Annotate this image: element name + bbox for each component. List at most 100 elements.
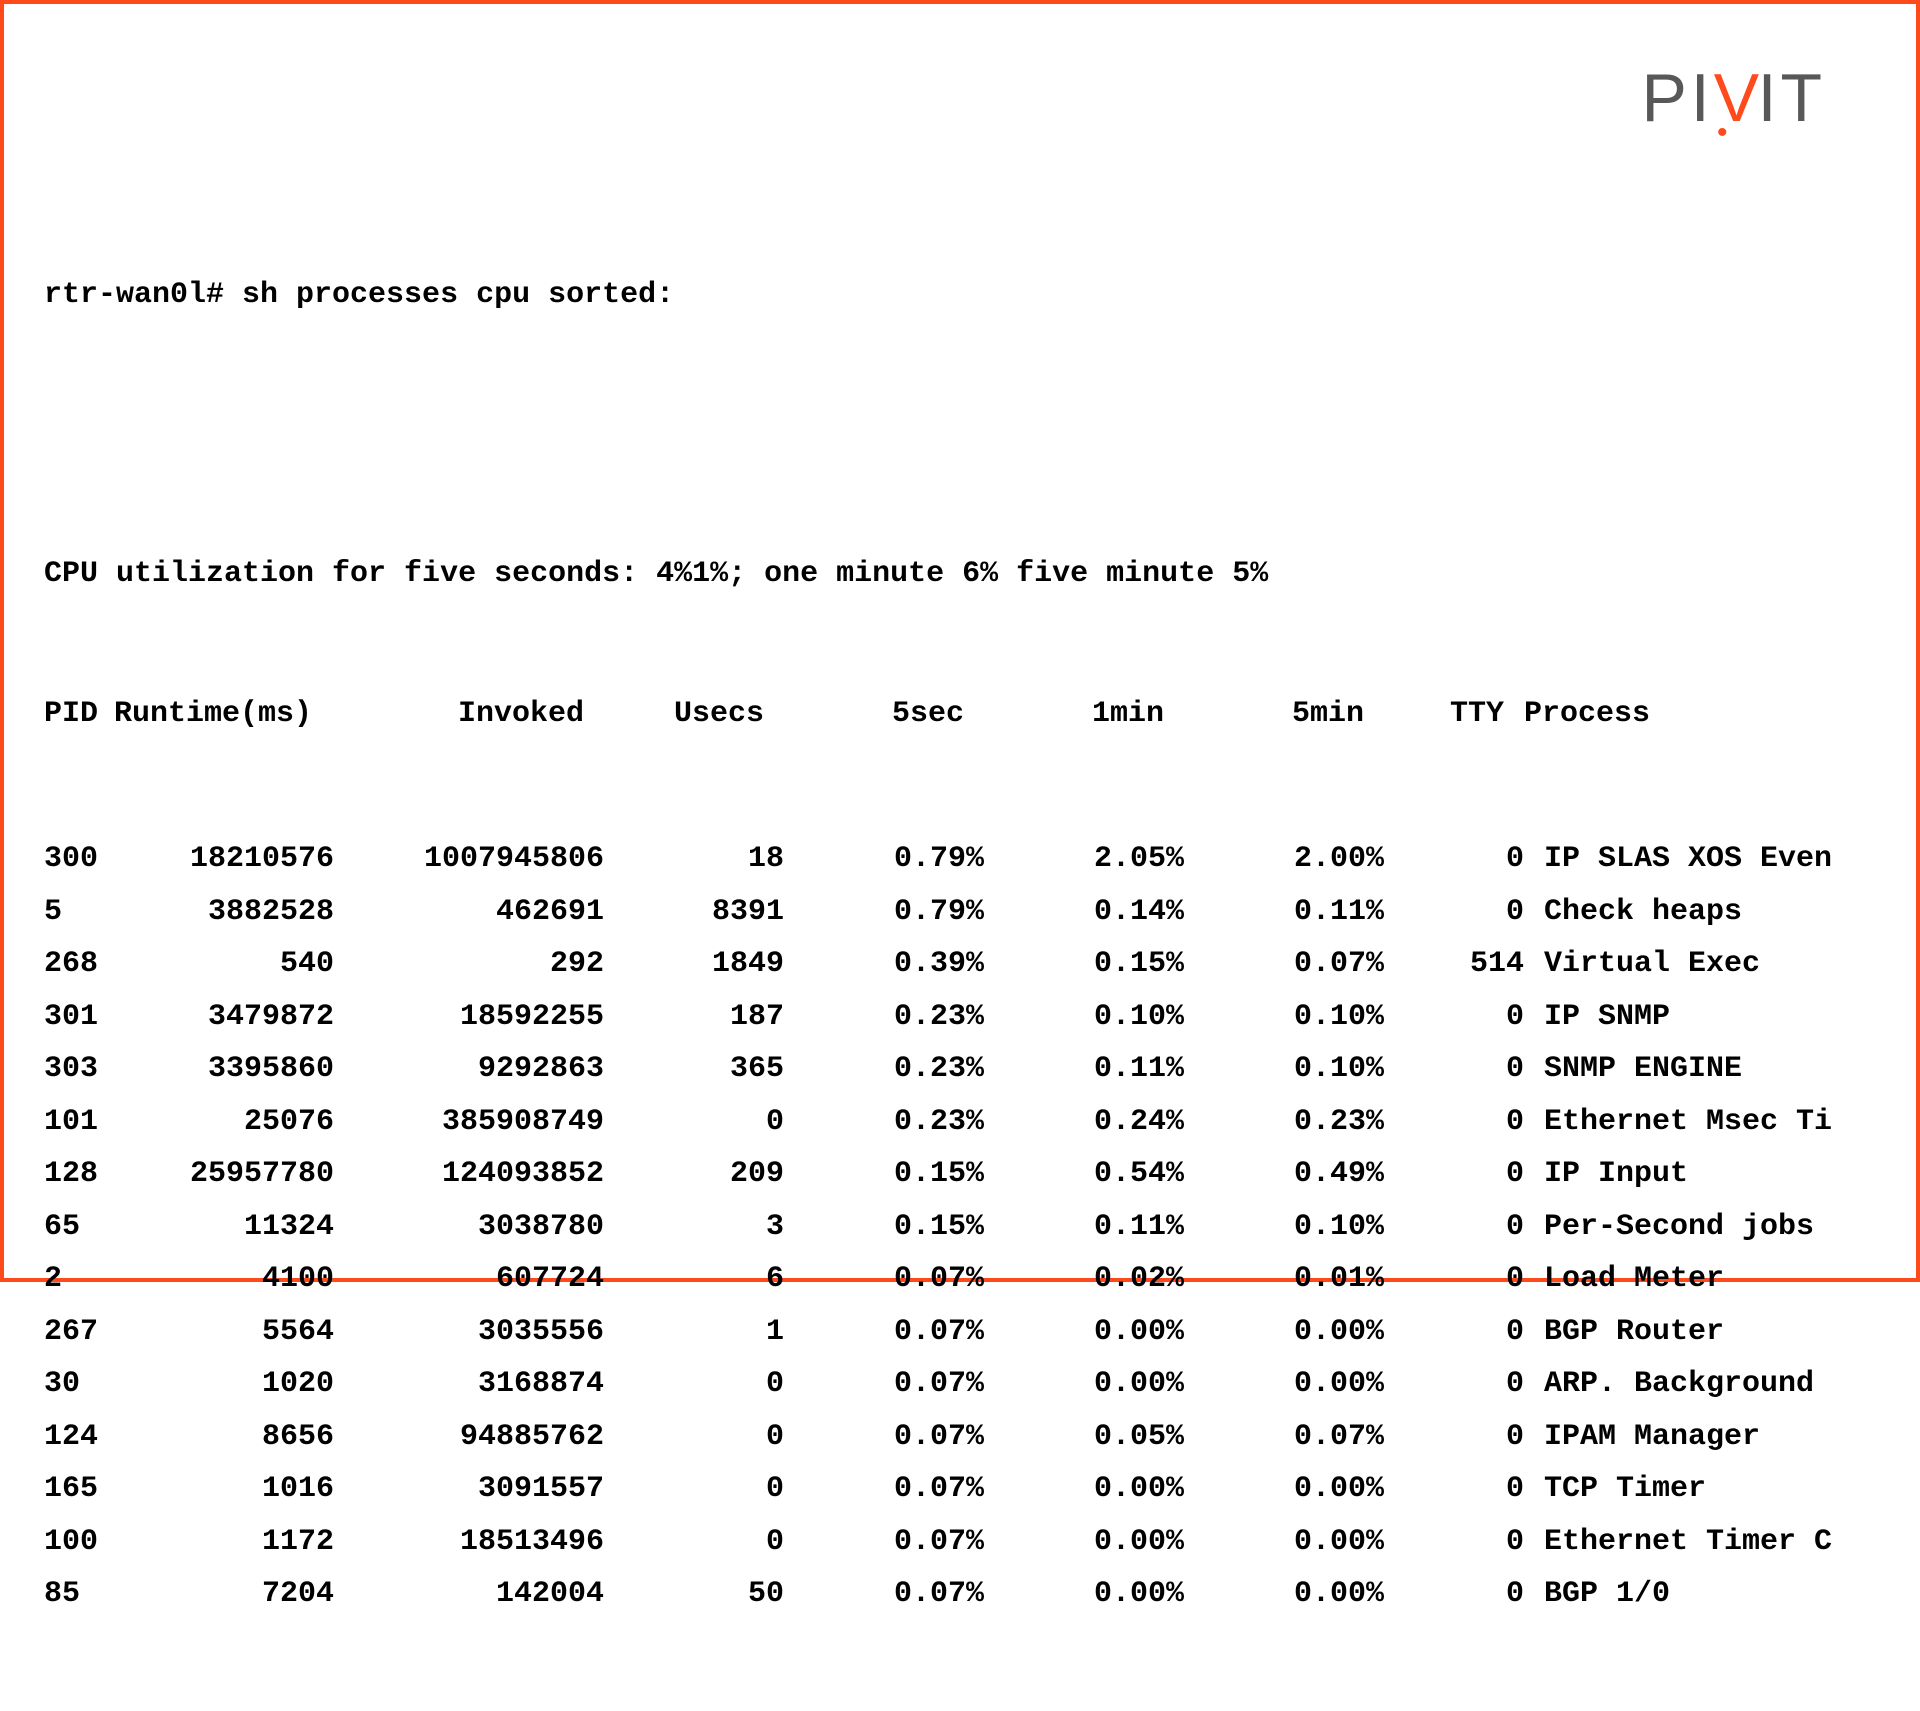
cell-1min: 0.00%	[1004, 1571, 1204, 1618]
cell-usecs: 3	[624, 1204, 804, 1251]
cell-5min: 0.07%	[1204, 1414, 1404, 1461]
cell-pid: 30	[44, 1361, 114, 1408]
cell-runtime: 18210576	[114, 836, 354, 883]
cell-pid: 124	[44, 1414, 114, 1461]
cell-1min: 0.11%	[1004, 1046, 1204, 1093]
cell-runtime: 1016	[114, 1466, 354, 1513]
cell-tty: 0	[1404, 994, 1544, 1041]
cell-1min: 0.15%	[1004, 941, 1204, 988]
cell-usecs: 50	[624, 1571, 804, 1618]
table-row: 1012507638590874900.23%0.24%0.23%0Ethern…	[44, 1099, 1832, 1146]
cell-usecs: 365	[624, 1046, 804, 1093]
cell-usecs: 187	[624, 994, 804, 1041]
cell-process: BGP 1/0	[1544, 1571, 1832, 1618]
cell-runtime: 3479872	[114, 994, 354, 1041]
header-invoked: Invoked	[334, 691, 604, 738]
cell-process: Ethernet Msec Ti	[1544, 1099, 1832, 1146]
cell-runtime: 11324	[114, 1204, 354, 1251]
cell-invoked: 1007945806	[354, 836, 624, 883]
cell-usecs: 8391	[624, 889, 804, 936]
cell-5sec: 0.07%	[804, 1519, 1004, 1566]
cell-5sec: 0.07%	[804, 1571, 1004, 1618]
logo-text-1: PI	[1641, 64, 1713, 132]
cell-process: Ethernet Timer C	[1544, 1519, 1832, 1566]
logo-accent-dot: •	[1717, 118, 1732, 148]
cell-pid: 303	[44, 1046, 114, 1093]
cell-tty: 0	[1404, 1466, 1544, 1513]
cell-5min: 0.10%	[1204, 994, 1404, 1041]
cell-process: Per-Second jobs	[1544, 1204, 1832, 1251]
cell-1min: 0.14%	[1004, 889, 1204, 936]
cell-tty: 0	[1404, 889, 1544, 936]
cell-5sec: 0.79%	[804, 889, 1004, 936]
cell-1min: 2.05%	[1004, 836, 1204, 883]
cell-process: Check heaps	[1544, 889, 1832, 936]
cell-5sec: 0.79%	[804, 836, 1004, 883]
terminal-card: PIV•IT rtr-wan0l# sh processes cpu sorte…	[0, 0, 1920, 1282]
cell-1min: 0.10%	[1004, 994, 1204, 1041]
cell-runtime: 25957780	[114, 1151, 354, 1198]
cell-5sec: 0.39%	[804, 941, 1004, 988]
cell-5sec: 0.23%	[804, 1099, 1004, 1146]
cell-5min: 2.00%	[1204, 836, 1404, 883]
command-prompt: rtr-wan0l# sh processes cpu sorted:	[44, 272, 1832, 319]
cell-usecs: 1	[624, 1309, 804, 1356]
cell-tty: 0	[1404, 1204, 1544, 1251]
table-row: 2410060772460.07%0.02%0.01%0Load Meter	[44, 1256, 1832, 1303]
cell-process: IP Input	[1544, 1151, 1832, 1198]
cell-runtime: 25076	[114, 1099, 354, 1146]
cell-invoked: 94885762	[354, 1414, 624, 1461]
cell-invoked: 3168874	[354, 1361, 624, 1408]
cell-usecs: 0	[624, 1099, 804, 1146]
cell-5sec: 0.15%	[804, 1151, 1004, 1198]
cell-5sec: 0.23%	[804, 1046, 1004, 1093]
table-row: 2675564303555610.07%0.00%0.00%0BGP Route…	[44, 1309, 1832, 1356]
cell-invoked: 18592255	[354, 994, 624, 1041]
cell-5min: 0.00%	[1204, 1466, 1404, 1513]
cell-5min: 0.00%	[1204, 1571, 1404, 1618]
cell-tty: 0	[1404, 836, 1544, 883]
cell-5sec: 0.07%	[804, 1414, 1004, 1461]
cell-5min: 0.49%	[1204, 1151, 1404, 1198]
cell-5min: 0.00%	[1204, 1519, 1404, 1566]
header-5sec: 5sec	[784, 691, 984, 738]
table-row: 300182105761007945806180.79%2.05%2.00%0I…	[44, 836, 1832, 883]
cell-1min: 0.00%	[1004, 1466, 1204, 1513]
cell-tty: 0	[1404, 1361, 1544, 1408]
table-header-row: PID Runtime(ms) Invoked Usecs 5sec 1min …	[44, 691, 1832, 738]
cell-5sec: 0.15%	[804, 1204, 1004, 1251]
cell-usecs: 209	[624, 1151, 804, 1198]
table-row: 10011721851349600.07%0.00%0.00%0Ethernet…	[44, 1519, 1832, 1566]
cell-runtime: 3882528	[114, 889, 354, 936]
header-process: Process	[1524, 691, 1832, 738]
cell-usecs: 0	[624, 1519, 804, 1566]
cell-5min: 0.00%	[1204, 1361, 1404, 1408]
cell-usecs: 18	[624, 836, 804, 883]
cell-invoked: 124093852	[354, 1151, 624, 1198]
cell-usecs: 6	[624, 1256, 804, 1303]
table-row: 1651016309155700.07%0.00%0.00%0TCP Timer	[44, 1466, 1832, 1513]
cell-1min: 0.00%	[1004, 1519, 1204, 1566]
header-usecs: Usecs	[604, 691, 784, 738]
cell-invoked: 3091557	[354, 1466, 624, 1513]
cell-tty: 0	[1404, 1519, 1544, 1566]
cell-pid: 100	[44, 1519, 114, 1566]
table-row: 857204142004500.07%0.00%0.00%0BGP 1/0	[44, 1571, 1832, 1618]
cell-process: IP SLAS XOS Even	[1544, 836, 1832, 883]
cell-5min: 0.23%	[1204, 1099, 1404, 1146]
cell-1min: 0.54%	[1004, 1151, 1204, 1198]
cell-pid: 5	[44, 889, 114, 936]
cell-runtime: 7204	[114, 1571, 354, 1618]
cell-process: IP SNMP	[1544, 994, 1832, 1041]
cell-usecs: 1849	[624, 941, 804, 988]
cell-invoked: 18513496	[354, 1519, 624, 1566]
table-row: 3013479872185922551870.23%0.10%0.10%0IP …	[44, 994, 1832, 1041]
table-row: 303339586092928633650.23%0.11%0.10%0SNMP…	[44, 1046, 1832, 1093]
cell-1min: 0.24%	[1004, 1099, 1204, 1146]
cell-tty: 0	[1404, 1046, 1544, 1093]
cell-invoked: 142004	[354, 1571, 624, 1618]
header-1min: 1min	[984, 691, 1184, 738]
cell-process: Virtual Exec	[1544, 941, 1832, 988]
cell-tty: 0	[1404, 1151, 1544, 1198]
cell-invoked: 9292863	[354, 1046, 624, 1093]
